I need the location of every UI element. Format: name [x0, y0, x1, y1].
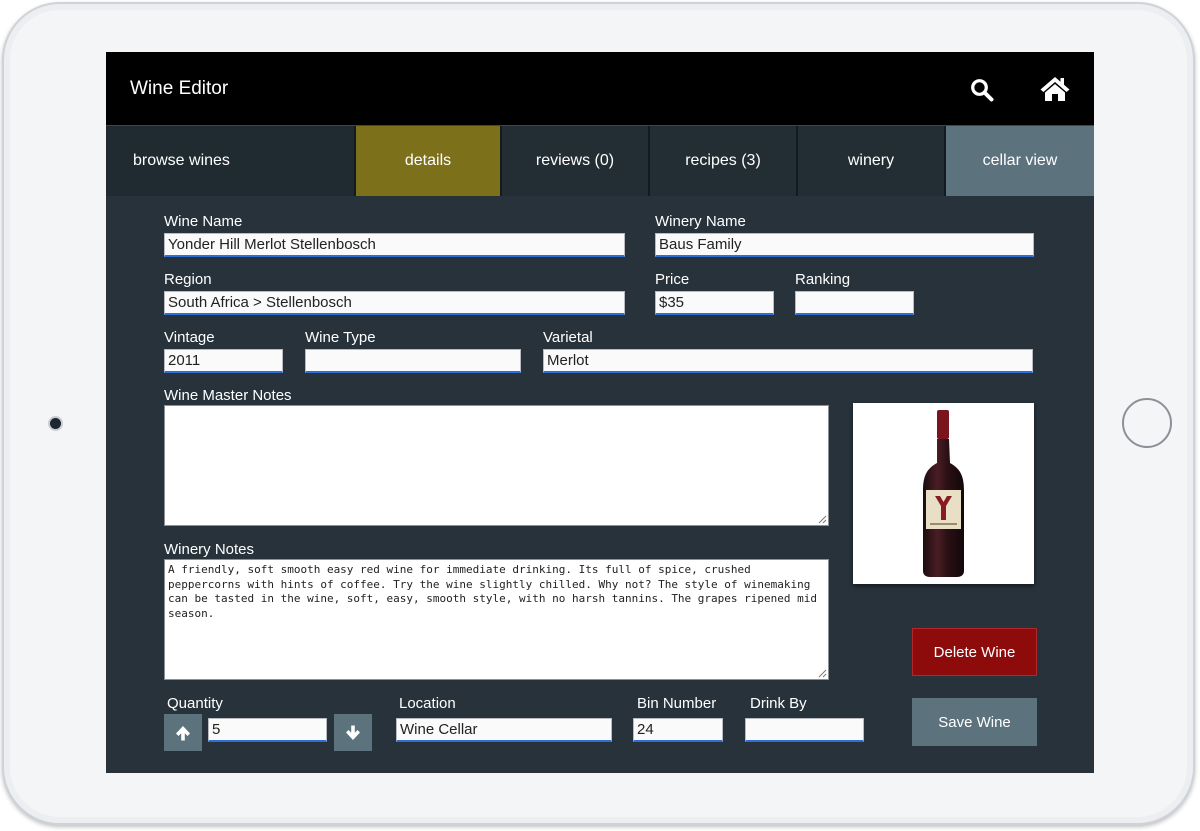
resize-grip-icon[interactable] — [818, 515, 827, 524]
varietal-label: Varietal — [543, 329, 593, 346]
master-notes-textarea[interactable] — [164, 405, 829, 526]
tab-bar: browse wines details reviews (0) recipes… — [106, 126, 1094, 196]
tab-winery[interactable]: winery — [798, 126, 946, 196]
tab-browse-wines[interactable]: browse wines — [106, 126, 356, 196]
arrow-up-icon — [176, 725, 190, 740]
camera-dot — [50, 418, 61, 429]
varietal-input[interactable]: Merlot — [543, 349, 1033, 373]
drink-by-label: Drink By — [750, 695, 807, 712]
price-label: Price — [655, 271, 690, 288]
tab-reviews[interactable]: reviews (0) — [502, 126, 650, 196]
wine-bottle-icon — [923, 410, 964, 577]
device-home-button[interactable] — [1122, 398, 1172, 448]
location-label: Location — [399, 695, 456, 712]
delete-wine-button[interactable]: Delete Wine — [912, 628, 1037, 676]
tab-cellar-view[interactable]: cellar view — [946, 126, 1094, 196]
master-notes-label: Wine Master Notes — [164, 387, 292, 404]
bin-number-input[interactable]: 24 — [633, 718, 723, 742]
winery-name-label: Winery Name — [655, 213, 746, 230]
tab-details[interactable]: details — [356, 126, 502, 196]
wine-type-label: Wine Type — [305, 329, 376, 346]
drink-by-input[interactable] — [745, 718, 864, 742]
wine-bottle-image — [853, 403, 1034, 584]
app-screen: Wine Editor browse wines details reviews… — [106, 52, 1094, 773]
price-input[interactable]: $35 — [655, 291, 774, 315]
wine-name-input[interactable]: Yonder Hill Merlot Stellenbosch — [164, 233, 625, 257]
vintage-label: Vintage — [164, 329, 215, 346]
location-input[interactable]: Wine Cellar — [396, 718, 612, 742]
ranking-input[interactable] — [795, 291, 914, 315]
quantity-decrement-button[interactable] — [334, 714, 372, 751]
region-input[interactable]: South Africa > Stellenbosch — [164, 291, 625, 315]
wine-type-input[interactable] — [305, 349, 521, 373]
vintage-input[interactable]: 2011 — [164, 349, 283, 373]
tab-recipes[interactable]: recipes (3) — [650, 126, 798, 196]
ranking-label: Ranking — [795, 271, 851, 288]
save-wine-button[interactable]: Save Wine — [912, 698, 1037, 746]
bin-number-label: Bin Number — [637, 695, 717, 712]
quantity-increment-button[interactable] — [164, 714, 202, 751]
winery-name-input[interactable]: Baus Family — [655, 233, 1034, 257]
arrow-down-icon — [346, 725, 360, 740]
region-label: Region — [164, 271, 212, 288]
winery-notes-label: Winery Notes — [164, 541, 255, 558]
resize-grip-icon[interactable] — [818, 669, 827, 678]
winery-notes-text: A friendly, soft smooth easy red wine fo… — [168, 563, 818, 620]
winery-notes-textarea[interactable]: A friendly, soft smooth easy red wine fo… — [164, 559, 829, 680]
wine-name-label: Wine Name — [164, 213, 243, 230]
home-icon[interactable] — [1039, 75, 1071, 103]
app-title: Wine Editor — [130, 78, 229, 99]
quantity-input[interactable]: 5 — [208, 718, 327, 742]
search-icon[interactable] — [970, 78, 994, 102]
top-bar: Wine Editor — [106, 52, 1094, 126]
quantity-label: Quantity — [167, 695, 223, 712]
